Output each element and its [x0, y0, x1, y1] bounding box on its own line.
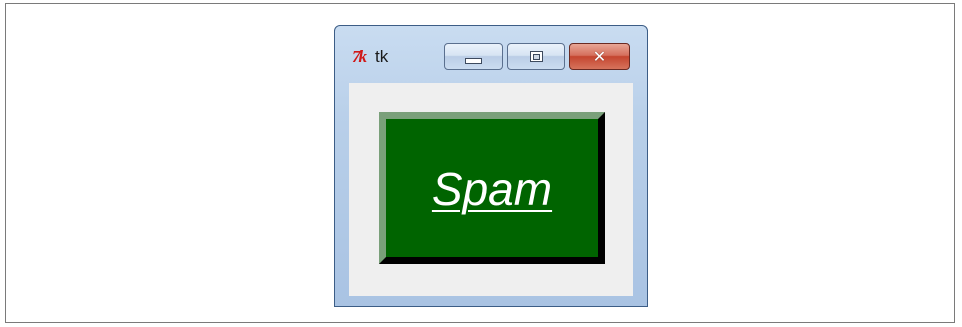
- maximize-icon: [529, 51, 543, 62]
- maximize-button[interactable]: [507, 43, 565, 70]
- close-button[interactable]: ✕: [569, 43, 630, 70]
- minimize-button[interactable]: [444, 43, 503, 70]
- title-bar[interactable]: 7k tk ✕: [335, 26, 647, 78]
- window-title: tk: [375, 47, 389, 66]
- screenshot-frame: 7k tk ✕ Spam: [5, 3, 955, 323]
- spam-button-label: Spam: [431, 163, 553, 215]
- minimize-icon: [465, 58, 482, 64]
- close-icon: ✕: [592, 46, 607, 66]
- spam-button[interactable]: Spam: [379, 112, 605, 264]
- tk-icon: 7k: [352, 47, 367, 66]
- tk-window: 7k tk ✕ Spam: [334, 25, 648, 307]
- window-client-area: Spam: [349, 83, 633, 296]
